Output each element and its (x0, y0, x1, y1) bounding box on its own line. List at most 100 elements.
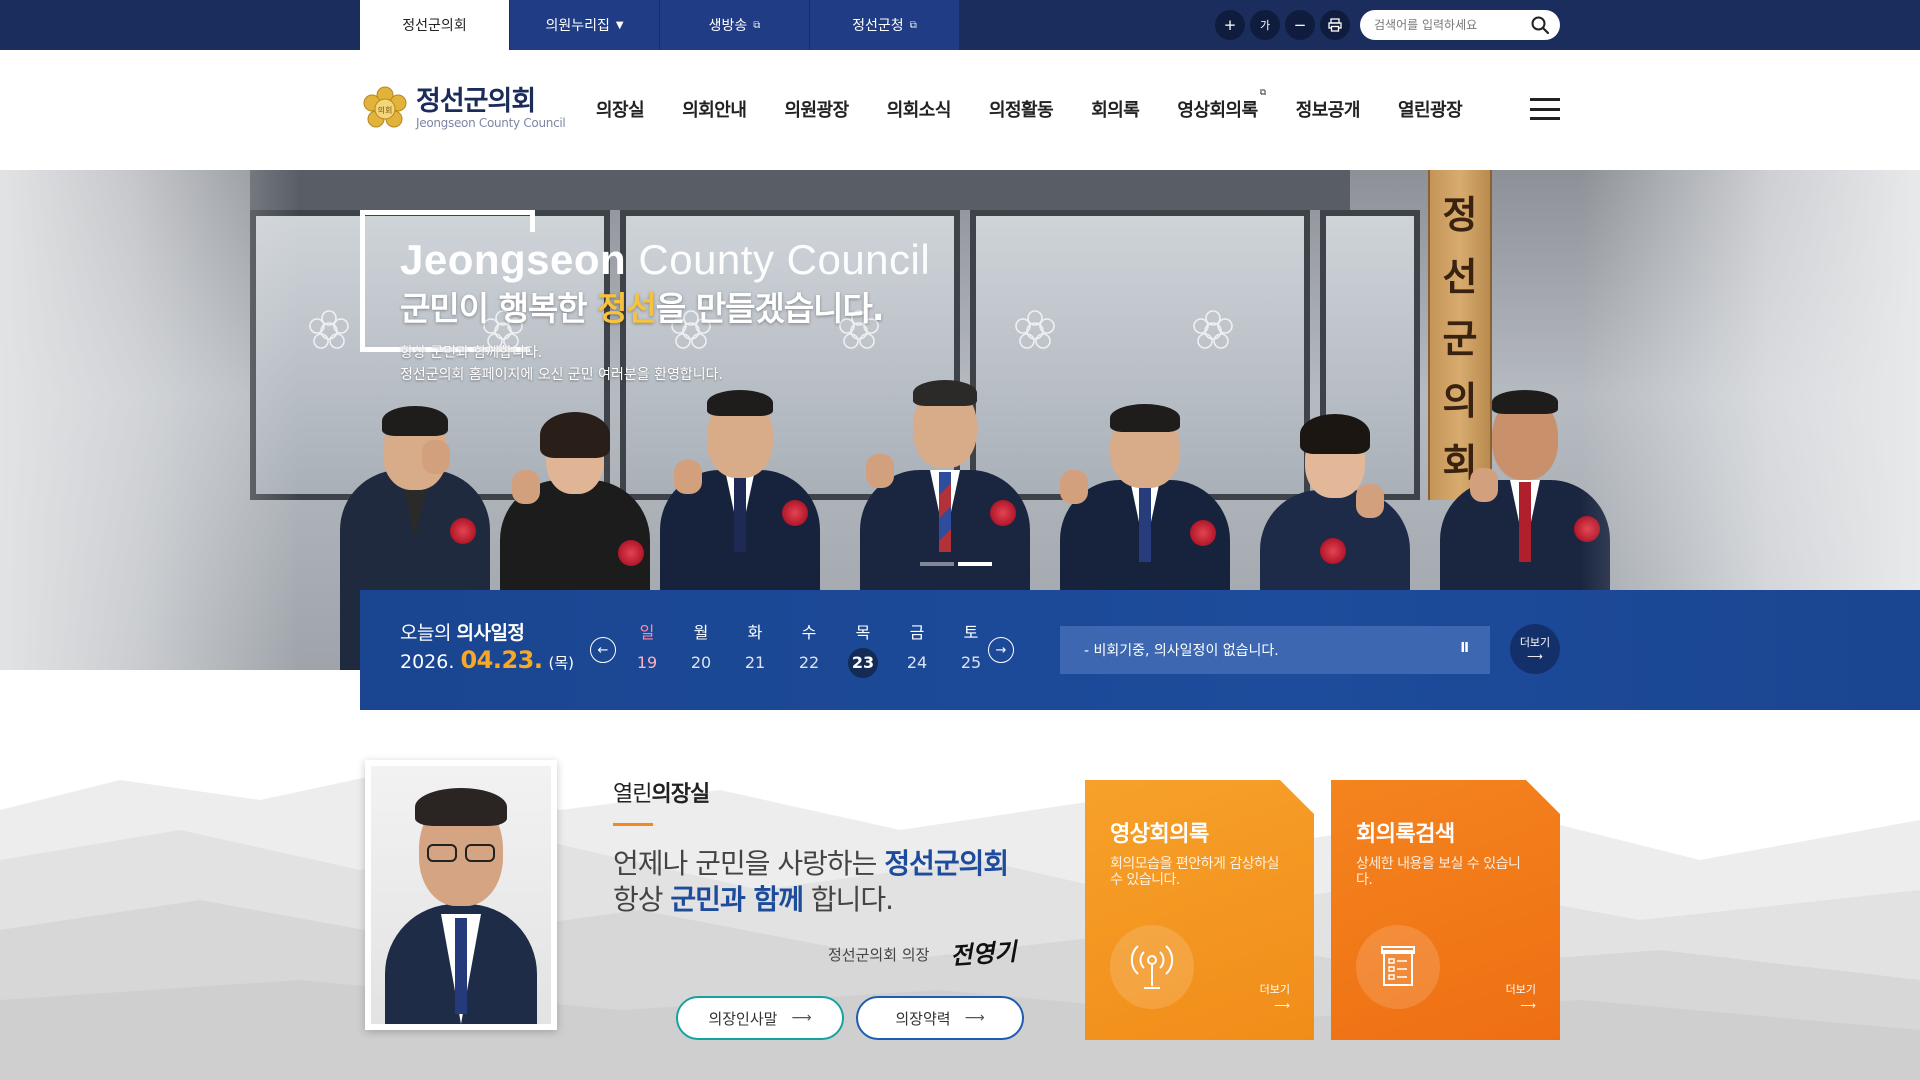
tab-members[interactable]: 의원누리집 ▼ (510, 0, 660, 50)
site-tabs: 정선군의회 의원누리집 ▼ 생방송 ⧉ 정선군청 ⧉ (360, 0, 960, 50)
print-button[interactable] (1320, 10, 1350, 40)
card-title: 영상회의록 (1110, 822, 1209, 847)
hero-title-korean: 군민이 행복한 정선을 만들겠습니다. (400, 282, 885, 330)
calendar-day[interactable]: 수 22 (782, 620, 836, 678)
portrait-hair (415, 788, 507, 826)
button-label: 의장인사말 (708, 1009, 778, 1028)
global-navigation: 의장실 의회안내 의원광장 의회소식 의정활동 회의록 영상회의록 ⧉ 정보공개 … (596, 88, 1500, 122)
nav-speaker-office[interactable]: 의장실 (596, 96, 645, 122)
greeting-line-2: 항상 군민과 함께 합니다. (613, 878, 894, 918)
calendar-day[interactable]: 일 19 (620, 620, 674, 678)
nav-council-info[interactable]: 의회안내 (682, 96, 747, 122)
speaker-profile-button[interactable]: 의장약력 ⟶ (856, 996, 1024, 1040)
nav-minutes[interactable]: 회의록 (1091, 96, 1140, 122)
arrow-right-icon: ⟶ (1520, 999, 1536, 1012)
hero-title-ko-highlight: 정선 (597, 289, 657, 328)
arrow-right-icon: ⟶ (964, 1010, 985, 1026)
title-underline (613, 823, 653, 826)
day-name: 월 (693, 623, 709, 642)
card-description: 상세한 내용을 보실 수 있습니다. (1356, 856, 1521, 888)
nav-disclosure[interactable]: 정보공개 (1296, 96, 1361, 122)
day-date: 23 (848, 648, 878, 678)
msg-post: 합니다. (802, 883, 894, 916)
tab-county-office[interactable]: 정선군청 ⧉ (810, 0, 960, 50)
hero-title-ko-post: 을 만들겠습니다. (655, 289, 885, 328)
all-menu-button[interactable] (1530, 98, 1560, 120)
button-label: 의장약력 (895, 1009, 951, 1028)
day-name: 금 (909, 623, 925, 642)
arrow-left-icon: ← (597, 642, 609, 658)
calendar-day[interactable]: 화 21 (728, 620, 782, 678)
hamburger-icon-bar (1530, 107, 1560, 111)
hero-title-ko-pre: 군민이 행복한 (400, 289, 598, 328)
zoom-out-button[interactable]: − (1285, 10, 1315, 40)
arrow-right-icon: ⟶ (1274, 999, 1290, 1012)
arrow-right-icon: ⟶ (1527, 650, 1543, 663)
arrow-right-icon: ⟶ (791, 1010, 812, 1026)
nav-activities[interactable]: 의정활동 (988, 96, 1054, 122)
speaker-photo (365, 760, 557, 1030)
tab-label: 생방송 (708, 18, 748, 34)
calendar-day[interactable]: 금 24 (890, 620, 944, 678)
title-pre: 열린 (613, 782, 652, 807)
hero-subtitle-line: 정선군의회 홈페이지에 오신 군민 여러분을 환영합니다. (400, 367, 723, 383)
slide-dot-active[interactable] (958, 562, 992, 566)
site-logo[interactable]: 의회 정선군의회 Jeongseon County Council (360, 84, 566, 134)
day-date: 19 (636, 653, 658, 672)
calendar-day[interactable]: 월 20 (674, 620, 728, 678)
pause-icon[interactable]: II (1460, 641, 1469, 656)
nav-label: 의정활동 (988, 100, 1054, 121)
broadcast-icon (1130, 942, 1174, 992)
wall-emblem-icon (1193, 310, 1233, 349)
search-icon[interactable] (1530, 15, 1550, 35)
nav-video-minutes[interactable]: 영상회의록 ⧉ (1177, 88, 1266, 122)
nav-label: 의회안내 (682, 100, 747, 121)
building-canopy (250, 170, 1350, 210)
nav-news[interactable]: 의회소식 (887, 96, 952, 122)
hero-subtitle-line: 항상 군민과 함께합니다. (400, 345, 543, 361)
tab-live[interactable]: 생방송 ⧉ (660, 0, 810, 50)
tab-label: 정선군의회 (402, 18, 467, 34)
more-label: 더보기 (1259, 983, 1290, 996)
font-size-button[interactable]: 가 (1250, 10, 1280, 40)
next-week-button[interactable]: → (988, 637, 1014, 663)
nav-members[interactable]: 의원광장 (784, 96, 849, 122)
emblem-text: 의회 (378, 105, 393, 115)
day-name: 수 (801, 623, 817, 642)
tab-council[interactable]: 정선군의회 (360, 0, 510, 50)
calendar-day-today[interactable]: 목 23 (836, 620, 890, 678)
card-title: 회의록검색 (1356, 822, 1455, 847)
zoom-in-button[interactable]: + (1215, 10, 1245, 40)
today-schedule-bar: 오늘의 의사일정 2026. 04.23. (목) ← 일 19 월 20 화 21 … (360, 590, 1920, 710)
schedule-title: 오늘의 의사일정 (400, 618, 525, 645)
council-emblem-icon: 의회 (363, 86, 407, 128)
speaker-greeting-button[interactable]: 의장인사말 ⟶ (676, 996, 844, 1040)
minutes-search-card[interactable]: 회의록검색 상세한 내용을 보실 수 있습니다. 더보기 ⟶ (1331, 780, 1560, 1040)
hamburger-icon (1530, 98, 1560, 101)
wall-emblem-icon (309, 310, 349, 349)
tab-label: 의원누리집 (545, 18, 610, 34)
logo-english: Jeongseon County Council (416, 116, 566, 130)
card-more-link[interactable]: 더보기 ⟶ (1260, 982, 1290, 1014)
search-input[interactable] (1374, 15, 1524, 35)
card-icon-circle (1356, 925, 1440, 1009)
card-icon-circle (1110, 925, 1194, 1009)
portrait-glasses (465, 844, 495, 862)
day-name: 목 (855, 623, 871, 642)
tab-label: 정선군청 (852, 18, 904, 34)
slide-dot[interactable] (920, 562, 954, 566)
hero-left-fade (0, 170, 300, 670)
hero-title-en-thin: County Council (626, 236, 931, 283)
speaker-portrait (371, 766, 551, 1024)
schedule-notice[interactable]: - 비회기중, 의사일정이 없습니다. II (1060, 626, 1490, 674)
msg-bold: 군민과 함께 (670, 883, 804, 916)
arrow-right-icon: → (995, 642, 1007, 658)
card-more-link[interactable]: 더보기 ⟶ (1506, 982, 1536, 1014)
schedule-title-pre: 오늘의 (400, 622, 457, 644)
prev-week-button[interactable]: ← (590, 637, 616, 663)
schedule-more-button[interactable]: 더보기 ⟶ (1510, 624, 1560, 674)
external-link-icon: ⧉ (1259, 88, 1266, 98)
schedule-weekday: (목) (548, 654, 575, 672)
nav-open-square[interactable]: 열린광장 (1398, 96, 1463, 122)
video-minutes-card[interactable]: 영상회의록 회의모습을 편안하게 감상하실 수 있습니다. 더보기 ⟶ (1085, 780, 1314, 1040)
